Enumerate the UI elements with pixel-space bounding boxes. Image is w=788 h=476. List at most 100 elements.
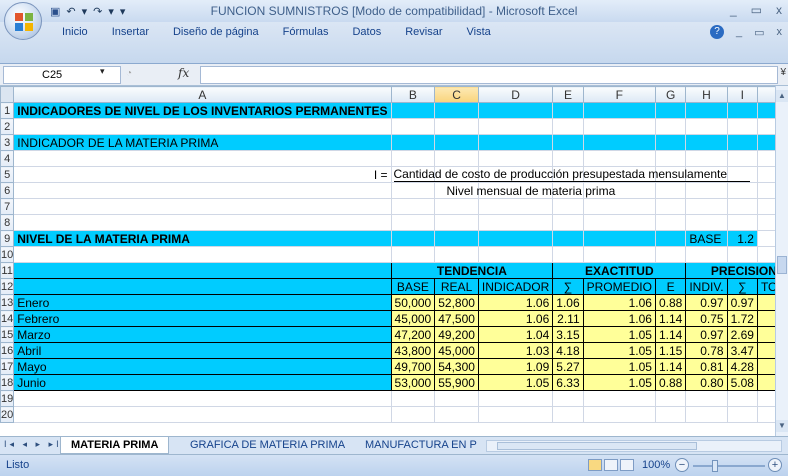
row-header[interactable]: 5 xyxy=(0,166,15,183)
group-header-precision[interactable]: PRECISION xyxy=(685,262,775,279)
tab-datos[interactable]: Datos xyxy=(340,24,393,40)
cell[interactable] xyxy=(726,246,758,263)
insert-function-icon[interactable]: fx xyxy=(178,66,189,80)
tab-formulas[interactable]: Fórmulas xyxy=(271,24,341,40)
value-cell[interactable]: 0.97 xyxy=(685,294,728,311)
cell[interactable] xyxy=(756,390,775,407)
cell[interactable] xyxy=(654,150,687,167)
value-cell[interactable]: 1.05 xyxy=(582,326,656,343)
cell[interactable] xyxy=(477,246,554,263)
value-cell[interactable]: 45,000 xyxy=(390,310,436,327)
value-cell[interactable]: 1.04 xyxy=(477,326,554,343)
section-title-cell[interactable]: INDICADOR DE LA MATERIA PRIMA xyxy=(13,134,392,151)
value-cell[interactable]: 3.15 xyxy=(552,326,584,343)
cell[interactable] xyxy=(552,198,584,215)
group-header-exactitud[interactable]: EXACTITUD xyxy=(552,262,687,279)
row-header[interactable]: 2 xyxy=(0,118,15,135)
minimize-button[interactable]: _ xyxy=(730,3,737,17)
column-label-promedio[interactable]: PROMEDIO xyxy=(582,278,656,295)
value-cell[interactable]: 0.97 xyxy=(726,294,758,311)
value-cell[interactable]: 49,200 xyxy=(434,326,479,343)
cell[interactable] xyxy=(434,390,479,407)
cell[interactable] xyxy=(726,150,758,167)
cell[interactable] xyxy=(434,198,479,215)
ribbon-close-button[interactable]: x xyxy=(777,26,783,38)
value-cell[interactable]: 0.86 xyxy=(756,310,775,327)
value-cell[interactable]: 55,900 xyxy=(434,374,479,391)
value-cell[interactable]: 6.33 xyxy=(552,374,584,391)
cell[interactable] xyxy=(477,214,554,231)
cell[interactable] xyxy=(434,406,479,423)
value-cell[interactable]: 47,500 xyxy=(434,310,479,327)
column-label-real[interactable]: REAL xyxy=(434,278,479,295)
zoom-level[interactable]: 100% xyxy=(642,459,670,471)
value-cell[interactable]: 1.72 xyxy=(726,310,758,327)
cell[interactable] xyxy=(654,406,687,423)
value-cell[interactable]: 1.06 xyxy=(582,310,656,327)
cell[interactable] xyxy=(552,118,584,135)
tab-diseno-pagina[interactable]: Diseño de página xyxy=(161,24,271,40)
row-header[interactable]: 11 xyxy=(0,262,15,279)
cell[interactable] xyxy=(477,406,554,423)
value-cell[interactable]: 0.97 xyxy=(756,294,775,311)
cell[interactable] xyxy=(434,230,479,247)
zoom-slider-thumb[interactable] xyxy=(712,460,718,472)
cell[interactable] xyxy=(477,150,554,167)
cell[interactable] xyxy=(434,134,479,151)
tab-inicio[interactable]: Inicio xyxy=(50,24,100,40)
row-header[interactable]: 14 xyxy=(0,310,15,327)
value-cell[interactable]: 5.08 xyxy=(726,374,758,391)
value-cell[interactable]: 1.06 xyxy=(582,294,656,311)
value-cell[interactable]: 1.05 xyxy=(582,358,656,375)
cell[interactable] xyxy=(582,150,656,167)
value-cell[interactable]: 1.09 xyxy=(477,358,554,375)
cell[interactable] xyxy=(582,198,656,215)
column-header-a[interactable]: A xyxy=(13,86,392,103)
row-header[interactable]: 13 xyxy=(0,294,15,311)
cell[interactable] xyxy=(552,134,584,151)
value-cell[interactable]: 47,200 xyxy=(390,326,436,343)
value-cell[interactable]: 1.05 xyxy=(582,374,656,391)
maximize-button[interactable]: ▭ xyxy=(751,3,762,17)
cell[interactable] xyxy=(390,198,436,215)
office-button[interactable] xyxy=(4,2,42,40)
sheet-title-cell[interactable]: INDICADORES DE NIVEL DE LOS INVENTARIOS … xyxy=(13,102,392,119)
cell[interactable] xyxy=(582,134,656,151)
value-cell[interactable]: 1.15 xyxy=(654,342,687,359)
worksheet-grid[interactable]: A B C D E F G H I J 1 INDICADORES DE NIV… xyxy=(0,86,775,436)
zoom-in-button[interactable]: + xyxy=(768,458,782,472)
cell[interactable] xyxy=(685,406,728,423)
cell[interactable] xyxy=(654,214,687,231)
cell[interactable] xyxy=(13,278,392,295)
cell[interactable] xyxy=(477,230,554,247)
vertical-scrollbar[interactable]: ▲ ▼ xyxy=(775,86,788,436)
row-header[interactable]: 3 xyxy=(0,134,15,151)
cell[interactable] xyxy=(13,246,392,263)
cell[interactable] xyxy=(756,134,775,151)
value-cell[interactable]: 0.97 xyxy=(685,326,728,343)
cell[interactable] xyxy=(13,118,392,135)
base-value-cell[interactable]: 1.2 xyxy=(726,230,758,247)
value-cell[interactable]: 3.47 xyxy=(726,342,758,359)
sheet-tab-materia-prima[interactable]: MATERIA PRIMA xyxy=(60,437,170,454)
cell[interactable] xyxy=(654,118,687,135)
value-cell[interactable]: 0.88 xyxy=(654,294,687,311)
cell[interactable] xyxy=(756,150,775,167)
value-cell[interactable]: 1.06 xyxy=(477,310,554,327)
row-header[interactable]: 7 xyxy=(0,198,15,215)
formula-prefix-cell[interactable]: I = xyxy=(13,166,392,183)
cell[interactable] xyxy=(685,246,728,263)
cell[interactable] xyxy=(434,118,479,135)
sheet-navigation-icons[interactable]: I◂ ◂ ▸ ▸I xyxy=(4,439,62,450)
row-header[interactable]: 17 xyxy=(0,358,15,375)
value-cell[interactable]: 1.14 xyxy=(654,326,687,343)
formula-input[interactable] xyxy=(200,66,778,84)
row-header[interactable]: 8 xyxy=(0,214,15,231)
value-cell[interactable]: 0.81 xyxy=(685,358,728,375)
row-header[interactable]: 20 xyxy=(0,406,15,423)
ribbon-minimize-button[interactable]: _ xyxy=(736,26,742,38)
ribbon-restore-button[interactable]: ▭ xyxy=(754,26,764,39)
row-header[interactable]: 1 xyxy=(0,102,15,119)
cell[interactable] xyxy=(552,246,584,263)
cell[interactable] xyxy=(477,118,554,135)
